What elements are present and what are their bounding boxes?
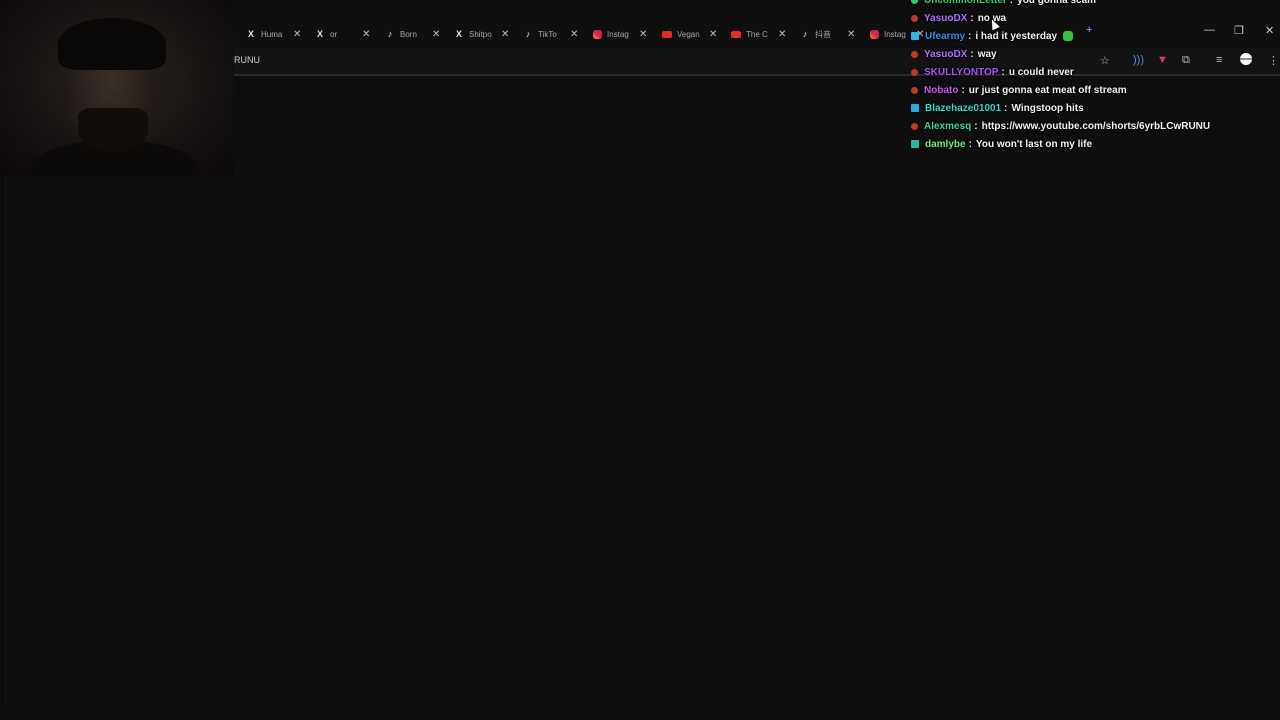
address-bar[interactable]: RUNU	[234, 55, 260, 65]
tiktok-icon: ♪	[525, 29, 531, 39]
tab-close-icon[interactable]: ✕	[432, 29, 440, 40]
tab-close-icon[interactable]: ✕	[778, 29, 786, 40]
browser-tab[interactable]: X Shitpo ✕	[454, 25, 509, 43]
webcam-beard	[78, 108, 148, 152]
chat-separator: :	[970, 48, 974, 60]
tab-title: or	[330, 29, 338, 39]
tab-title: TikTo	[538, 29, 557, 39]
chat-text: u could never	[1008, 66, 1074, 78]
x-logo-icon: X	[316, 29, 323, 39]
user-badge-icon	[911, 104, 919, 112]
tab-title: Shitpo	[469, 29, 492, 39]
user-badge-icon	[911, 140, 919, 148]
chat-message: SKULLYONTOP: u could never	[908, 63, 1280, 81]
chat-text: https://www.youtube.com/shorts/6yrbLCwRU…	[981, 120, 1211, 132]
tab-title: The C	[746, 29, 768, 39]
user-badge-icon	[911, 50, 918, 58]
chat-separator: :	[961, 84, 965, 96]
youtube-icon	[662, 29, 672, 39]
browser-tab[interactable]: The C ✕	[731, 25, 786, 43]
youtube-icon	[731, 29, 741, 39]
chat-username: Blazehaze01001	[925, 102, 1002, 114]
tab-title: Vegan	[677, 29, 700, 39]
user-badge-icon	[911, 68, 918, 76]
browser-tab[interactable]: ♪ 抖音 ✕	[800, 25, 856, 43]
chat-message: Alexmesq: https://www.youtube.com/shorts/…	[908, 117, 1280, 135]
webcam-overlay	[0, 0, 234, 176]
tab-close-icon[interactable]: ✕	[639, 29, 647, 40]
chat-message: damlybe: You won't last on my life	[908, 135, 1280, 153]
user-badge-icon	[911, 0, 918, 4]
webcam-hair	[58, 18, 166, 70]
tab-close-icon[interactable]: ✕	[709, 29, 717, 40]
chat-separator: :	[1001, 66, 1005, 78]
browser-tab[interactable]: Instag ✕	[592, 25, 647, 43]
tab-close-icon[interactable]: ✕	[847, 29, 855, 40]
chat-text: Wingstoop hits	[1011, 102, 1084, 114]
chat-separator: :	[1004, 102, 1008, 114]
tab-close-icon[interactable]: ✕	[362, 29, 370, 40]
tab-title: Huma	[261, 29, 283, 39]
browser-tab[interactable]: ♪ Born ✕	[385, 25, 441, 43]
chat-username: YasuoDX	[924, 48, 968, 60]
chat-separator: :	[968, 30, 972, 42]
user-badge-icon	[911, 32, 919, 40]
tab-close-icon[interactable]: ✕	[570, 29, 578, 40]
tiktok-icon: ♪	[387, 29, 393, 39]
instagram-icon	[869, 29, 879, 39]
tab-close-icon[interactable]: ✕	[501, 29, 509, 40]
chat-username: damlybe	[925, 138, 966, 150]
chat-username: Ufearmy	[925, 30, 966, 42]
instagram-icon	[592, 29, 602, 39]
user-badge-icon	[911, 14, 918, 22]
chat-message: Ufearmy: i had it yesterday	[908, 27, 1280, 45]
chat-text: way	[977, 48, 997, 60]
chat-message: UncommonLetter: you gonna scam	[908, 0, 1280, 9]
x-logo-icon: X	[455, 29, 462, 39]
chat-message: YasuoDX: way	[908, 45, 1280, 63]
chat-message: Nobato: ur just gonna eat meat off stream	[908, 81, 1280, 99]
chat-username: Alexmesq	[924, 120, 972, 132]
user-badge-icon	[911, 122, 918, 130]
emote-icon	[1063, 31, 1074, 41]
browser-tab[interactable]: X Huma ✕	[246, 25, 301, 43]
chat-overlay: UncommonLetter: you gonna scam YasuoDX: no …	[908, 0, 1280, 153]
chat-username: YasuoDX	[924, 12, 968, 24]
chat-username: SKULLYONTOP	[924, 66, 999, 78]
browser-tab[interactable]: Xor ✕	[315, 25, 370, 43]
chat-separator: :	[1009, 0, 1014, 6]
chat-username: UncommonLetter	[924, 0, 1007, 6]
tab-title: Instag	[607, 29, 629, 39]
user-badge-icon	[911, 86, 918, 94]
browser-tab[interactable]: Vegan ✕	[662, 25, 717, 43]
chat-separator: :	[974, 120, 978, 132]
chat-separator: :	[968, 138, 972, 150]
left-panel	[5, 176, 235, 706]
tab-close-icon[interactable]: ✕	[293, 29, 301, 40]
x-logo-icon: X	[247, 29, 254, 39]
chat-separator: :	[970, 12, 974, 24]
chat-message: YasuoDX: no wa	[908, 9, 1280, 27]
chat-text: You won't last on my life	[975, 138, 1093, 150]
tiktok-icon: ♪	[802, 29, 808, 39]
chat-username: Nobato	[924, 84, 959, 96]
tab-title: 抖音	[815, 29, 831, 39]
chat-message: Blazehaze01001: Wingstoop hits	[908, 99, 1280, 117]
chat-text: you gonna scam	[1017, 0, 1097, 6]
tab-title: Born	[400, 29, 417, 39]
browser-tab[interactable]: ♪ TikTo ✕	[523, 25, 579, 43]
tab-title: Instag	[884, 29, 906, 39]
chat-text: ur just gonna eat meat off stream	[968, 84, 1127, 96]
chat-text: i had it yesterday	[975, 30, 1058, 42]
